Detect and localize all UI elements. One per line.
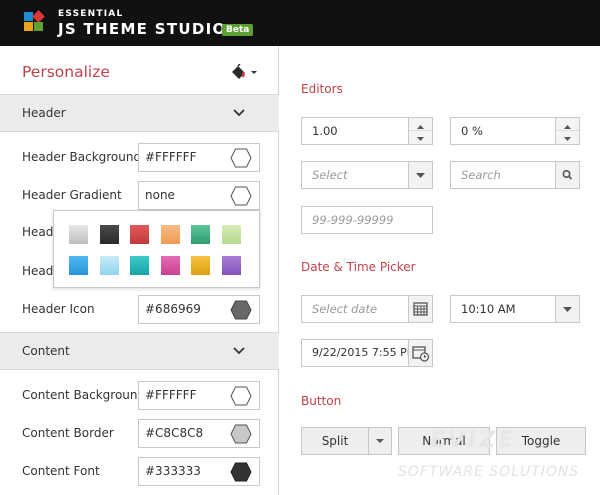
brand-top-text: ESSENTIAL [58, 9, 124, 19]
percent-decrement-button[interactable] [556, 131, 579, 144]
caret-down-icon [564, 137, 571, 141]
select-dropdown-button[interactable] [408, 162, 432, 188]
content-font-label: Content Font [22, 464, 100, 478]
color-swatch[interactable] [69, 256, 88, 275]
sidebar-title: Personalize [22, 63, 110, 81]
color-swatch[interactable] [221, 225, 241, 244]
header-section-label: Header [22, 106, 66, 120]
content-font-value: #333333 [145, 464, 201, 478]
header-gradient-value: none [145, 188, 175, 202]
percent-textbox[interactable]: 0 % [450, 117, 580, 145]
date-picker[interactable]: Select date [301, 295, 433, 323]
watermark-text: SOFTWARE SOLUTIONS [398, 464, 580, 480]
theme-studio-app: ESSENTIAL JS THEME STUDIO Beta Personali… [0, 0, 600, 495]
numeric-spinner [408, 118, 432, 144]
date-placeholder: Select date [312, 302, 378, 316]
split-dropdown-button[interactable] [368, 427, 392, 455]
hexagon-swatch-icon[interactable] [230, 186, 252, 206]
calendar-icon [413, 302, 428, 316]
content-font-field[interactable]: #333333 [138, 457, 260, 486]
header-icon-field[interactable]: #686969 [138, 295, 260, 324]
mask-placeholder: 99-999-99999 [312, 213, 394, 227]
header-background-value: #FFFFFF [145, 150, 197, 164]
content-border-label: Content Border [22, 426, 114, 440]
watermark-logo: EVIZE [430, 428, 517, 453]
percent-value: 0 % [461, 124, 483, 138]
caret-down-icon [416, 173, 425, 178]
color-swatch[interactable] [221, 256, 241, 275]
header-icon-label: Header Icon [22, 302, 95, 316]
caret-down-icon [563, 307, 572, 312]
hexagon-swatch-icon[interactable] [230, 148, 252, 168]
editors-title: Editors [301, 82, 343, 96]
datetime-picker[interactable]: 9/22/2015 7:55 PM [301, 339, 433, 367]
header-gradient-field[interactable]: none [138, 181, 260, 210]
color-palette-popup [53, 210, 260, 288]
date-picker-button[interactable] [408, 296, 432, 322]
hexagon-swatch-icon[interactable] [230, 386, 252, 406]
search-button[interactable] [555, 162, 579, 188]
split-button[interactable]: Split [301, 427, 369, 455]
select-dropdown[interactable]: Select [301, 161, 433, 189]
content-border-field[interactable]: #C8C8C8 [138, 419, 260, 448]
datetime-value: 9/22/2015 7:55 PM [312, 346, 417, 359]
brand-title: JS THEME STUDIO [58, 20, 227, 38]
numeric-textbox[interactable]: 1.00 [301, 117, 433, 145]
masked-textbox[interactable]: 99-999-99999 [301, 206, 433, 234]
time-picker[interactable]: 10:10 AM [450, 295, 580, 323]
search-autocomplete[interactable]: Search [450, 161, 580, 189]
numeric-increment-button[interactable] [409, 118, 432, 131]
paint-bucket-icon [232, 63, 257, 79]
paint-bucket-button[interactable] [228, 63, 260, 82]
content-background-field[interactable]: #FFFFFF [138, 381, 260, 410]
color-swatch[interactable] [130, 256, 149, 275]
color-swatch[interactable] [99, 225, 119, 244]
color-swatch[interactable] [191, 256, 210, 275]
header-background-field[interactable]: #FFFFFF [138, 143, 260, 172]
color-swatch[interactable] [99, 256, 119, 275]
button-title: Button [301, 394, 342, 408]
color-swatch[interactable] [160, 225, 180, 244]
header-section-toggle[interactable]: Header [0, 94, 279, 132]
percent-increment-button[interactable] [556, 118, 579, 131]
caret-down-icon [417, 137, 424, 141]
content-section-toggle[interactable]: Content [0, 332, 279, 370]
time-value: 10:10 AM [461, 302, 516, 316]
search-placeholder: Search [461, 168, 501, 182]
datetime-picker-button[interactable] [408, 340, 432, 366]
time-picker-button[interactable] [555, 296, 579, 322]
calendar-clock-icon [412, 346, 430, 362]
content-border-value: #C8C8C8 [145, 426, 204, 440]
logo-icon [24, 10, 46, 34]
percent-spinner [555, 118, 579, 144]
header-background-label: Header Background [22, 150, 142, 164]
content-background-label: Content Background [22, 388, 146, 402]
search-icon [562, 170, 573, 180]
chevron-down-icon [233, 109, 245, 117]
select-placeholder: Select [312, 168, 348, 182]
hexagon-swatch-icon[interactable] [230, 424, 252, 444]
color-swatch[interactable] [69, 225, 88, 244]
content-section-label: Content [22, 344, 70, 358]
color-swatch[interactable] [160, 256, 180, 275]
beta-badge: Beta [222, 24, 254, 36]
color-swatch[interactable] [191, 225, 210, 244]
caret-down-icon [376, 439, 384, 443]
header-gradient-label: Header Gradient [22, 188, 122, 202]
numeric-decrement-button[interactable] [409, 131, 432, 144]
hexagon-swatch-icon[interactable] [230, 462, 252, 482]
color-swatch[interactable] [130, 225, 149, 244]
datetime-title: Date & Time Picker [301, 260, 416, 274]
hexagon-swatch-icon[interactable] [230, 300, 252, 320]
numeric-value: 1.00 [312, 124, 338, 138]
top-bar: ESSENTIAL JS THEME STUDIO Beta [0, 0, 600, 46]
content-background-value: #FFFFFF [145, 388, 197, 402]
header-icon-value: #686969 [145, 302, 201, 316]
chevron-down-icon [233, 347, 245, 355]
